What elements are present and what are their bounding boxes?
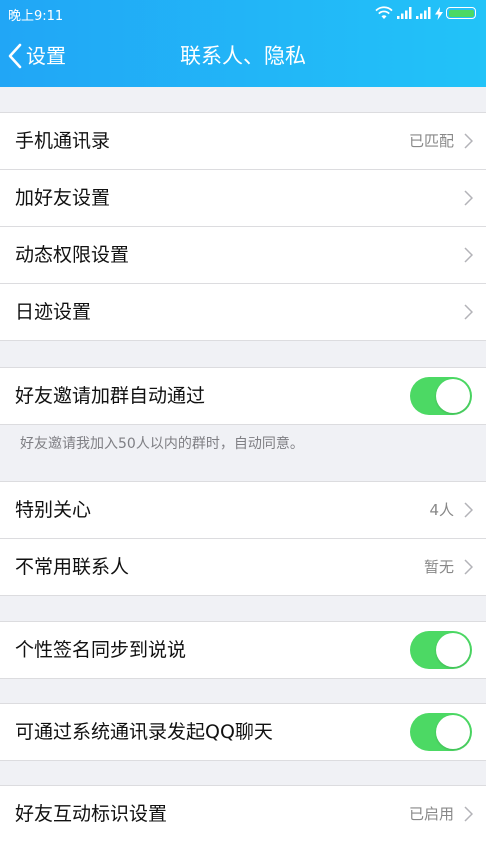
row-label: 好友互动标识设置 — [15, 803, 168, 825]
row-value: 暂无 — [423, 558, 454, 576]
chevron-right-icon — [464, 559, 473, 575]
divider — [0, 760, 486, 761]
row-label: 加好友设置 — [15, 187, 111, 209]
row-special-care[interactable]: 特别关心 4人 — [0, 482, 486, 538]
toggle-knob — [436, 379, 470, 413]
row-infrequent-contacts[interactable]: 不常用联系人 暂无 — [0, 539, 486, 595]
row-value: 已匹配 — [408, 132, 454, 150]
row-label: 日迹设置 — [15, 301, 92, 323]
row-label: 手机通讯录 — [15, 130, 111, 152]
row-label: 好友邀请加群自动通过 — [15, 385, 206, 407]
status-time: 晚上9:11 — [8, 9, 64, 24]
chevron-right-icon — [464, 806, 473, 822]
page-title: 联系人、隐私 — [180, 44, 306, 68]
row-value: 4人 — [429, 501, 454, 519]
row-footprint[interactable]: 日迹设置 — [0, 284, 486, 340]
row-value: 已启用 — [408, 805, 454, 823]
row-moments-permission[interactable]: 动态权限设置 — [0, 227, 486, 283]
battery-icon — [446, 7, 476, 19]
chevron-right-icon — [464, 304, 473, 320]
signature-sync-toggle[interactable] — [410, 631, 472, 669]
row-label: 动态权限设置 — [15, 244, 130, 266]
divider — [0, 424, 486, 425]
divider — [0, 340, 486, 341]
navbar: 设置 联系人、隐私 — [0, 26, 486, 87]
status-bar: 晚上9:11 — [0, 0, 486, 26]
row-system-contacts-chat: 可通过系统通讯录发起QQ聊天 — [0, 704, 486, 760]
chevron-right-icon — [464, 190, 473, 206]
row-interaction-mark[interactable]: 好友互动标识设置 已启用 — [0, 786, 486, 842]
system-contacts-chat-toggle[interactable] — [410, 713, 472, 751]
row-label: 特别关心 — [15, 499, 92, 521]
chevron-right-icon — [464, 502, 473, 518]
row-add-friend[interactable]: 加好友设置 — [0, 170, 486, 226]
divider — [0, 595, 486, 596]
row-auto-group-invite: 好友邀请加群自动通过 — [0, 368, 486, 424]
wifi-icon — [375, 6, 393, 19]
chevron-right-icon — [464, 247, 473, 263]
row-signature-sync: 个性签名同步到说说 — [0, 622, 486, 678]
chevron-right-icon — [464, 133, 473, 149]
toggle-knob — [436, 633, 470, 667]
toggle-knob — [436, 715, 470, 749]
row-label: 不常用联系人 — [15, 556, 130, 578]
row-contacts[interactable]: 手机通讯录 已匹配 — [0, 113, 486, 169]
signal-icon — [397, 7, 412, 19]
signal-icon-2 — [416, 7, 431, 19]
auto-group-invite-toggle[interactable] — [410, 377, 472, 415]
divider — [0, 678, 486, 679]
row-label: 可通过系统通讯录发起QQ聊天 — [15, 721, 273, 743]
auto-group-invite-hint: 好友邀请我加入50人以内的群时，自动同意。 — [20, 436, 304, 452]
status-icons — [375, 6, 476, 20]
header: 晚上9:11 设置 联系人、隐私 — [0, 0, 486, 87]
row-label: 个性签名同步到说说 — [15, 639, 187, 661]
charging-icon — [435, 6, 443, 20]
battery-fill — [448, 9, 474, 17]
